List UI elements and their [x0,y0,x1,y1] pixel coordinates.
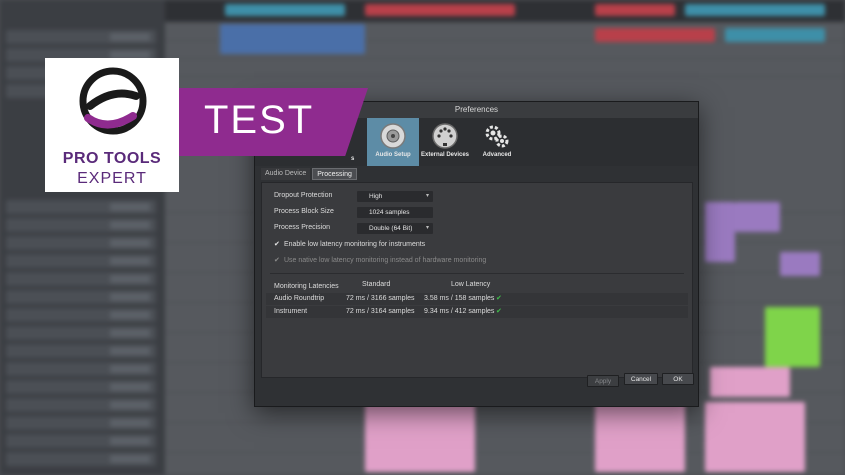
tab-audio-device[interactable]: Audio Device [261,168,311,180]
logo-text-line2: EXPERT [77,170,147,187]
row-standard: 72 ms / 3164 samples [346,308,415,315]
block-size-label: Process Block Size [274,208,334,215]
block-size-select[interactable]: 1024 samples [357,207,433,218]
dropout-protection-value: High [369,193,383,200]
toolbar-advanced-label: Advanced [482,152,512,158]
check-ok-icon: ✔ [496,295,502,302]
low-latency-checkbox-label: Enable low latency monitoring for instru… [283,241,426,248]
low-latency-checkbox[interactable]: ✔ Enable low latency monitoring for inst… [274,240,425,248]
monitoring-latencies-header: Monitoring Latencies [274,283,339,290]
speaker-icon [380,123,406,149]
chevron-down-icon: ▾ [425,193,429,199]
native-monitoring-checkbox[interactable]: ✔ Use native low latency monitoring inst… [274,256,486,264]
toolbar-external-devices-label: External Devices [420,152,470,158]
tab-processing[interactable]: Processing [312,168,357,180]
table-row: Audio Roundtrip 72 ms / 3166 samples 3.5… [266,293,688,305]
section-divider [270,273,684,274]
test-banner: TEST [178,88,368,156]
toolbar-audio-setup-label: Audio Setup [375,152,411,158]
process-precision-label: Process Precision [274,224,331,231]
check-ok-icon: ✔ [496,308,502,315]
processing-panel: Dropout Protection High ▾ Process Block … [261,182,693,378]
test-banner-text: TEST [204,98,315,142]
preferences-tabs: Audio Device Processing [261,168,357,180]
checkmark-icon: ✔ [274,257,280,264]
timeline-ruler [165,0,845,22]
toolbar-advanced[interactable]: Advanced [471,118,523,166]
low-latency-column-header: Low Latency [451,281,491,288]
standard-column-header: Standard [362,281,391,288]
table-row: Instrument 72 ms / 3164 samples 9.34 ms … [266,306,688,318]
gears-icon [485,125,509,148]
row-low-latency: 9.34 ms / 412 samples [424,308,495,315]
checkmark-icon: ✔ [274,241,280,248]
row-low-latency: 3.58 ms / 158 samples [424,295,495,302]
process-precision-value: Double (64 Bit) [369,225,413,232]
toolbar-audio-setup[interactable]: Audio Setup [367,118,419,166]
logo-text-line1: PRO TOOLS [62,150,162,167]
chevron-down-icon: ▾ [425,225,429,231]
midi-connector-icon [432,123,458,149]
cancel-button[interactable]: Cancel [624,373,658,385]
logo-e-icon [79,67,147,135]
dropout-protection-label: Dropout Protection [274,192,333,199]
ok-button[interactable]: OK [662,373,694,385]
apply-button[interactable]: Apply [587,375,619,387]
dropout-protection-select[interactable]: High ▾ [357,191,433,202]
pro-tools-expert-logo: PRO TOOLS EXPERT [45,58,179,192]
toolbar-partial-label: s [351,156,355,162]
row-name: Audio Roundtrip [274,295,325,302]
native-monitoring-checkbox-label: Use native low latency monitoring instea… [283,257,487,264]
block-size-value: 1024 samples [369,209,410,216]
toolbar-external-devices[interactable]: External Devices [419,118,471,166]
row-standard: 72 ms / 3166 samples [346,295,415,302]
row-name: Instrument [274,308,308,315]
process-precision-select[interactable]: Double (64 Bit) ▾ [357,223,433,234]
